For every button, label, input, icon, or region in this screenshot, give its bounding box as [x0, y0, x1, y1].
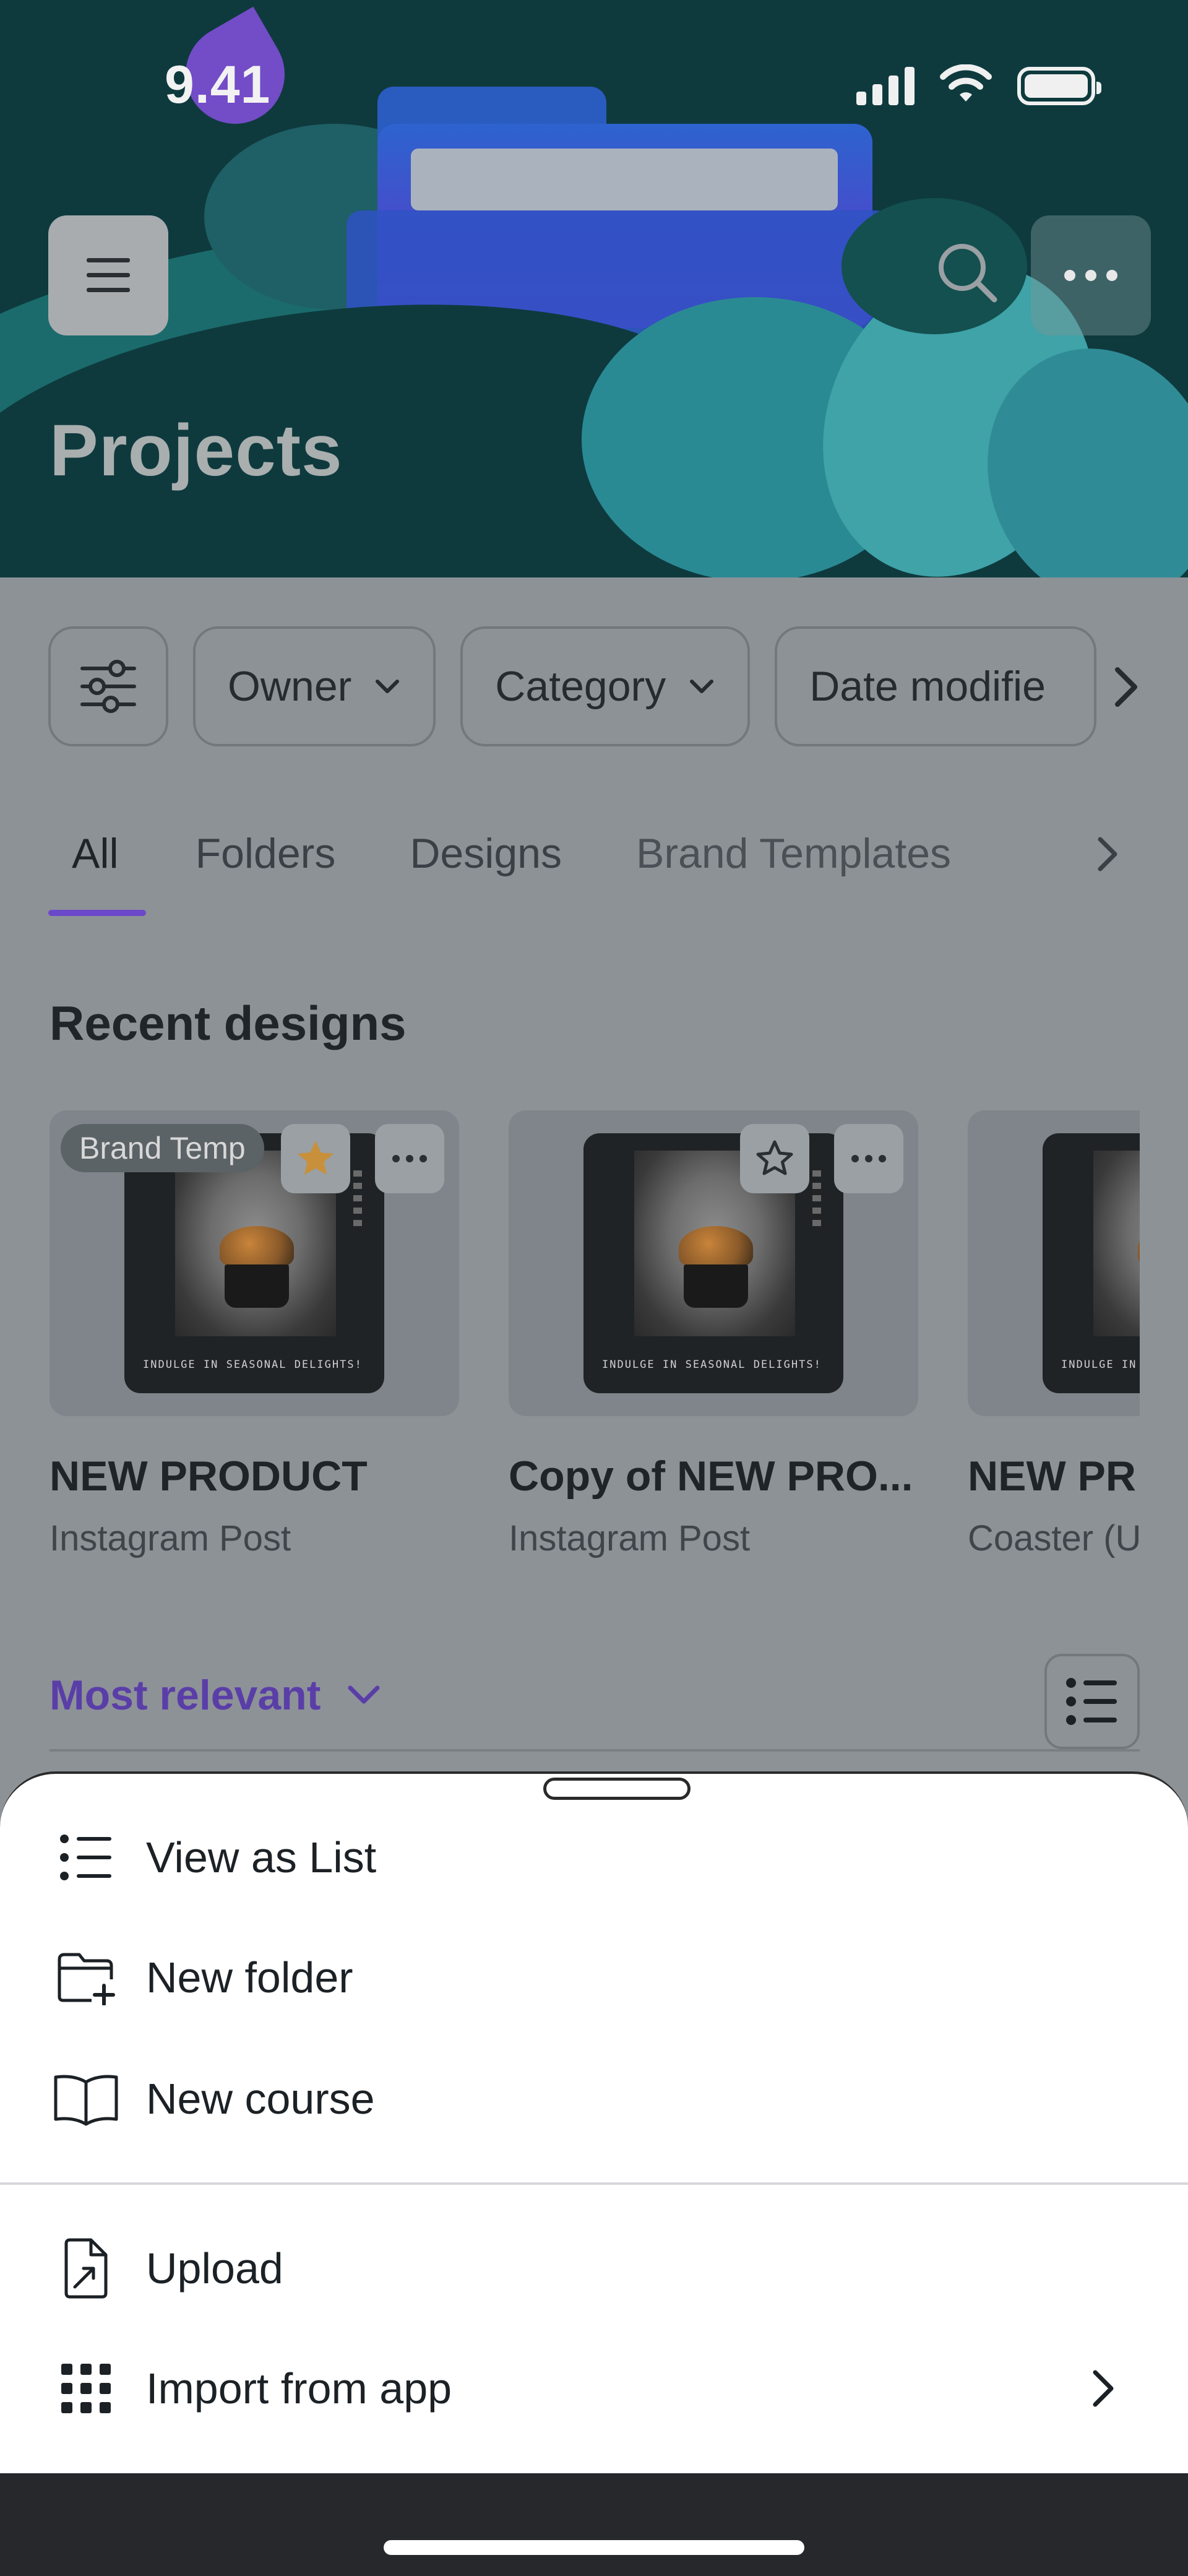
- sheet-item-label: New folder: [146, 1953, 353, 2002]
- sheet-item-import-from-app[interactable]: Import from app: [0, 2330, 1188, 2447]
- sheet-item-label: View as List: [146, 1833, 377, 1882]
- design-card[interactable]: INDULGE IN SEASONAL DELIGHTS! Copy of NE…: [509, 1110, 918, 1559]
- home-indicator[interactable]: [384, 2540, 804, 2555]
- sheet-item-upload[interactable]: Upload: [0, 2210, 1188, 2327]
- tab-folders[interactable]: Folders: [146, 823, 361, 916]
- folder-plus-icon: [52, 1943, 120, 2012]
- view-toggle-button[interactable]: [1044, 1654, 1140, 1749]
- favorite-button[interactable]: [281, 1124, 350, 1193]
- filter-bar: Owner Category Date modifie: [48, 626, 1097, 746]
- design-type: Instagram Post: [509, 1518, 751, 1558]
- favorite-button[interactable]: [740, 1124, 809, 1193]
- sheet-item-new-course[interactable]: New course: [0, 2040, 1188, 2158]
- search-button[interactable]: [931, 236, 1005, 311]
- chevron-right-icon: [1098, 837, 1117, 871]
- design-preview-text: INDULGE IN SEASONAL DELIGHTS!: [143, 1359, 363, 1371]
- divider: [50, 1749, 1140, 1752]
- recent-designs-carousel: Brand Temp INDULGE IN SEASONAL DELIGHTS!…: [50, 1110, 1140, 1581]
- category-filter[interactable]: Category: [460, 626, 751, 746]
- sheet-item-label: New course: [146, 2075, 375, 2123]
- star-outline-icon: [756, 1140, 793, 1175]
- design-title: NEW PRODUCT: [50, 1453, 368, 1500]
- chevron-down-icon: [376, 680, 400, 693]
- menu-button[interactable]: [48, 215, 168, 335]
- tab-designs[interactable]: Designs: [360, 823, 587, 916]
- content-tabs: All Folders Designs Brand Templates: [48, 823, 1188, 916]
- sheet-item-label: Upload: [146, 2244, 283, 2293]
- file-upload-icon: [52, 2234, 120, 2302]
- page-title: Projects: [50, 410, 343, 491]
- design-preview-text: INDULGE IN SEASONAL DELIGHTS!: [602, 1359, 822, 1371]
- design-type: Coaster (U: [968, 1518, 1140, 1558]
- design-type: Instagram Post: [50, 1518, 291, 1558]
- filter-scroll-right-button[interactable]: [1095, 656, 1157, 718]
- home-indicator-area: [0, 2473, 1188, 2576]
- design-preview-text: INDULGE IN: [1061, 1359, 1137, 1371]
- battery-icon: [1017, 67, 1101, 105]
- list-icon: [1066, 1678, 1117, 1725]
- design-card[interactable]: Brand Temp INDULGE IN SEASONAL DELIGHTS!…: [50, 1110, 459, 1559]
- design-preview-image: INDULGE IN: [1043, 1133, 1140, 1393]
- sheet-grabber-handle[interactable]: [543, 1778, 691, 1800]
- status-icons: [856, 64, 1101, 105]
- tab-brand-templates[interactable]: Brand Templates: [587, 823, 976, 916]
- card-more-button[interactable]: [834, 1124, 903, 1193]
- owner-filter[interactable]: Owner: [193, 626, 436, 746]
- search-icon: [939, 244, 997, 303]
- sheet-item-new-folder[interactable]: New folder: [0, 1919, 1188, 2036]
- tab-all[interactable]: All: [48, 823, 146, 916]
- chevron-down-icon: [348, 1685, 380, 1704]
- signal-icon: [856, 66, 915, 105]
- owner-filter-label: Owner: [228, 663, 352, 710]
- category-filter-label: Category: [495, 663, 666, 710]
- design-thumbnail[interactable]: INDULGE IN: [968, 1110, 1140, 1416]
- chevron-right-icon: [1078, 2364, 1127, 2413]
- sheet-item-view-as-list[interactable]: View as List: [0, 1799, 1188, 1916]
- design-thumbnail[interactable]: INDULGE IN SEASONAL DELIGHTS!: [509, 1110, 918, 1416]
- list-icon: [52, 1823, 120, 1891]
- chevron-down-icon: [690, 680, 714, 693]
- grid-dots-icon: [52, 2354, 120, 2423]
- hamburger-icon: [87, 258, 130, 292]
- tabs-scroll-right-button[interactable]: [1083, 829, 1132, 879]
- date-modified-filter[interactable]: Date modifie: [775, 626, 1097, 746]
- sliders-icon: [80, 660, 136, 713]
- date-modified-filter-label: Date modifie: [809, 663, 1046, 710]
- brand-template-badge: Brand Temp: [61, 1124, 264, 1172]
- chevron-right-icon: [1115, 667, 1137, 707]
- book-open-icon: [52, 2065, 120, 2133]
- design-card[interactable]: INDULGE IN NEW PR Coaster (U: [968, 1110, 1140, 1559]
- wifi-icon: [940, 64, 992, 102]
- more-options-button[interactable]: [1031, 215, 1151, 335]
- star-filled-icon: [298, 1141, 334, 1175]
- paper-illustration: [411, 149, 838, 210]
- projects-header: 9.41 Projects: [0, 0, 1188, 577]
- recent-designs-title: Recent designs: [50, 996, 407, 1050]
- design-title: Copy of NEW PRO...: [509, 1453, 913, 1500]
- sort-label: Most relevant: [50, 1672, 321, 1719]
- sheet-item-label: Import from app: [146, 2364, 452, 2413]
- sheet-divider: [0, 2182, 1188, 2185]
- design-title: NEW PR: [968, 1453, 1136, 1500]
- status-time: 9.41: [165, 55, 271, 115]
- design-thumbnail[interactable]: Brand Temp INDULGE IN SEASONAL DELIGHTS!: [50, 1110, 459, 1416]
- filter-settings-button[interactable]: [48, 626, 168, 746]
- card-more-button[interactable]: [375, 1124, 444, 1193]
- sort-dropdown[interactable]: Most relevant: [50, 1671, 382, 1719]
